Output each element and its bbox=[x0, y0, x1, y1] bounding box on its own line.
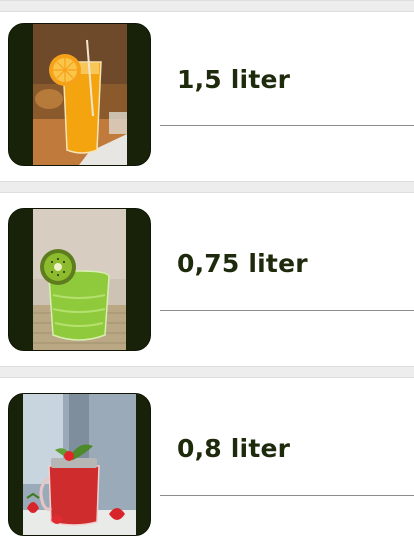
orange-juice-photo bbox=[9, 24, 150, 165]
kiwi-juice-image bbox=[8, 208, 151, 351]
row-divider bbox=[160, 125, 414, 126]
list-item-size-2[interactable]: 0,75 liter bbox=[0, 193, 414, 366]
product-size-list: 1,5 liter 0,75 liter 0,8 liter bbox=[0, 0, 414, 550]
kiwi-juice-photo bbox=[9, 209, 150, 350]
size-label: 1,5 liter bbox=[177, 65, 291, 94]
section-separator bbox=[0, 366, 414, 378]
section-separator bbox=[0, 181, 414, 193]
list-item-size-3[interactable]: 0,8 liter bbox=[0, 378, 414, 551]
row-divider bbox=[160, 310, 414, 311]
size-label: 0,75 liter bbox=[177, 249, 308, 278]
orange-juice-image bbox=[8, 23, 151, 166]
list-item-size-1[interactable]: 1,5 liter bbox=[0, 12, 414, 185]
strawberry-juice-photo bbox=[9, 394, 150, 535]
size-label: 0,8 liter bbox=[177, 434, 291, 463]
section-separator bbox=[0, 0, 414, 12]
strawberry-juice-image bbox=[8, 393, 151, 536]
row-divider bbox=[160, 495, 414, 496]
